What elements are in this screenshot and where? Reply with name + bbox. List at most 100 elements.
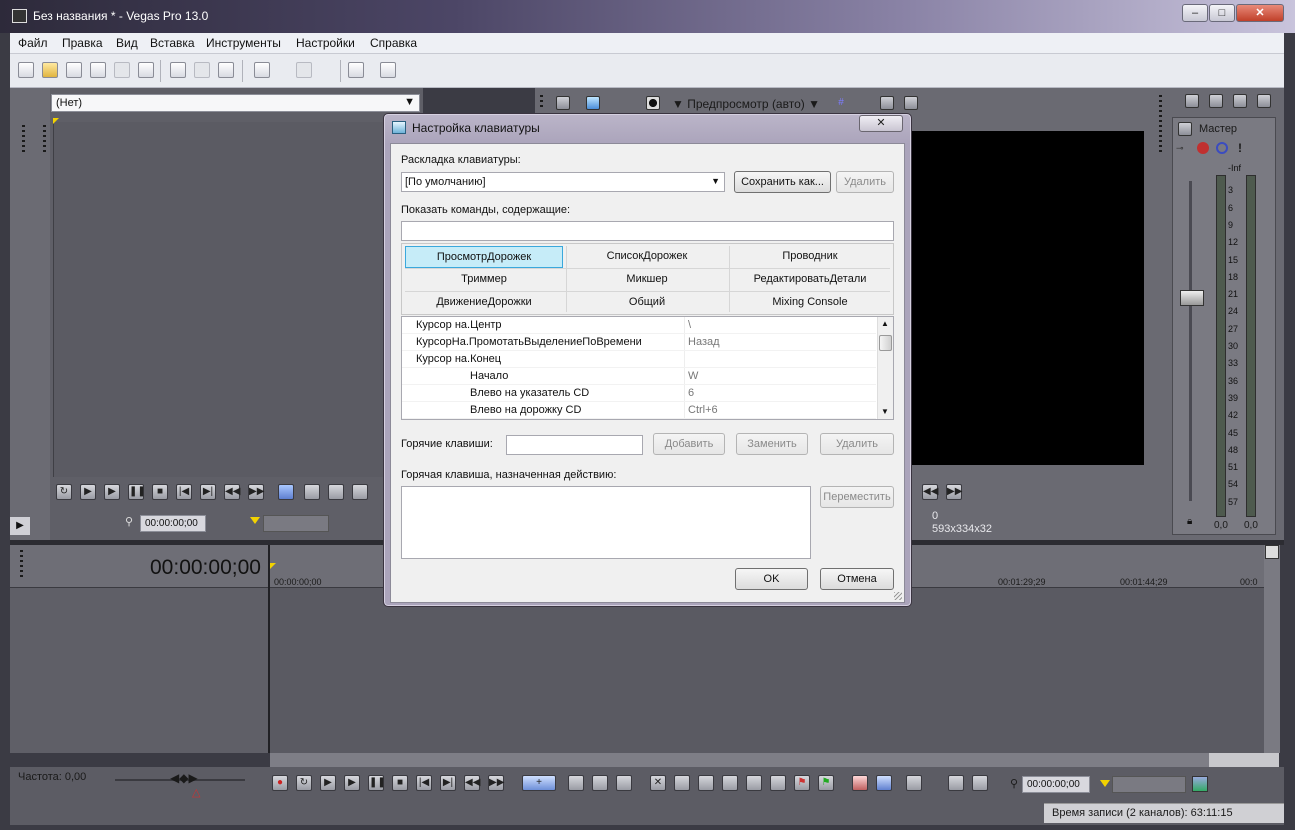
menu-tools[interactable]: Инструменты <box>206 36 281 50</box>
stop-icon[interactable]: ■ <box>392 775 408 791</box>
menu-view[interactable]: Вид <box>116 36 138 50</box>
dock-grip[interactable] <box>540 95 543 109</box>
render-icon[interactable] <box>114 62 130 78</box>
split-icon[interactable] <box>746 775 762 791</box>
trim-icon[interactable] <box>674 775 690 791</box>
group-icon[interactable] <box>948 775 964 791</box>
tab-track-view[interactable]: ПросмотрДорожек <box>405 246 563 268</box>
dock-grip[interactable] <box>20 550 23 578</box>
trimmer-length[interactable] <box>263 515 329 532</box>
mixer-properties-icon[interactable] <box>1185 94 1199 108</box>
menu-insert[interactable]: Вставка <box>150 36 195 50</box>
snapping-icon[interactable] <box>876 775 892 791</box>
whats-this-icon[interactable] <box>380 62 396 78</box>
prev-frame-icon[interactable]: |◀ <box>176 484 192 500</box>
mute-icon[interactable] <box>1216 142 1228 154</box>
next-frame-preview-icon[interactable]: ▶▶ <box>946 484 962 500</box>
rate-reset-icon[interactable]: △ <box>192 786 200 799</box>
expand-arrow-icon[interactable]: ▶ <box>10 517 30 535</box>
command-list-scrollbar[interactable]: ▲ ▼ <box>877 317 893 419</box>
delete-icon[interactable]: ✕ <box>650 775 666 791</box>
dock-grip[interactable] <box>22 125 25 155</box>
vertical-scrollbar[interactable] <box>1264 545 1280 753</box>
go-to-end-icon[interactable]: ▶| <box>440 775 456 791</box>
scroll-thumb[interactable] <box>879 335 892 351</box>
cancel-button[interactable]: Отмена <box>820 568 894 590</box>
hotkey-input[interactable] <box>506 435 643 455</box>
command-row[interactable]: Курсор на.Центр \ <box>402 317 876 334</box>
lock-icon[interactable]: 🔒︎ <box>1187 516 1192 527</box>
dialog-close-button[interactable]: ✕ <box>859 115 903 132</box>
replace-hotkey-button[interactable]: Заменить <box>736 433 808 455</box>
replace-icon[interactable] <box>352 484 368 500</box>
ok-button[interactable]: OK <box>735 568 808 590</box>
stop-icon[interactable]: ■ <box>152 484 168 500</box>
fx-icon[interactable] <box>1197 142 1209 154</box>
auto-ripple-icon[interactable] <box>852 775 868 791</box>
play-from-start-icon[interactable]: ▶ <box>320 775 336 791</box>
menu-file[interactable]: Файл <box>18 36 48 50</box>
overlay-grid-icon[interactable]: # <box>834 96 848 110</box>
split-screen-icon[interactable] <box>618 96 632 110</box>
next-frame-icon[interactable]: ▶| <box>200 484 216 500</box>
zoom-tool-icon[interactable] <box>616 775 632 791</box>
go-to-start-icon[interactable]: |◀ <box>416 775 432 791</box>
filter-input[interactable] <box>401 221 894 241</box>
preview-mode-dropdown[interactable]: ▼ Предпросмотр (авто) ▼ <box>672 97 820 111</box>
dock-grip[interactable] <box>1159 95 1162 155</box>
prev-frame-icon[interactable]: ◀◀ <box>464 775 480 791</box>
save-as-button[interactable]: Сохранить как... <box>734 171 831 193</box>
redo-icon[interactable] <box>296 62 312 78</box>
routing-icon[interactable]: ⊸ <box>1176 143 1190 155</box>
play-from-start-icon[interactable]: ▶ <box>80 484 96 500</box>
assigned-hotkeys-list[interactable] <box>401 486 811 559</box>
copy-icon[interactable] <box>194 62 210 78</box>
command-row[interactable]: Курсор на.Конец <box>402 351 876 368</box>
play-icon[interactable]: ▶ <box>344 775 360 791</box>
properties-icon[interactable] <box>138 62 154 78</box>
insert-icon[interactable] <box>304 484 320 500</box>
scroll-up-icon[interactable]: ▲ <box>881 319 889 328</box>
marker-toggle-icon[interactable] <box>1265 545 1279 559</box>
lock-event-icon[interactable] <box>770 775 786 791</box>
rewind-icon[interactable]: ◀◀ <box>224 484 240 500</box>
forward-icon[interactable]: ▶▶ <box>248 484 264 500</box>
crossfade-icon[interactable] <box>906 775 922 791</box>
trim-start-icon[interactable] <box>698 775 714 791</box>
minimize-button[interactable]: – <box>1182 4 1208 22</box>
tab-track-list[interactable]: СписокДорожек <box>568 246 726 268</box>
resize-grip-icon[interactable] <box>894 592 902 600</box>
mixer-bus-icon[interactable] <box>1209 94 1223 108</box>
record-icon[interactable]: ● <box>272 775 288 791</box>
solo-icon[interactable]: ! <box>1238 141 1242 155</box>
menu-options[interactable]: Настройки <box>296 36 355 50</box>
loop-icon[interactable]: ↻ <box>296 775 312 791</box>
copy-snapshot-icon[interactable] <box>880 96 894 110</box>
external-monitor-icon[interactable] <box>586 96 600 110</box>
window-titlebar[interactable]: Без названия * - Vegas Pro 13.0 – □ ✕ <box>0 0 1295 33</box>
tab-edit-details[interactable]: РедактироватьДетали <box>731 269 889 291</box>
add-hotkey-button[interactable]: Добавить <box>653 433 725 455</box>
command-row[interactable]: Влево на дорожку CD Ctrl+6 <box>402 402 876 419</box>
command-row[interactable]: Начало W <box>402 368 876 385</box>
zoom-controls[interactable] <box>1209 753 1279 767</box>
normal-edit-tool-icon[interactable]: + <box>522 775 556 791</box>
new-file-icon[interactable] <box>18 62 34 78</box>
fx-combo[interactable]: (Нет) ▼ <box>51 94 420 112</box>
save-as-icon[interactable] <box>90 62 106 78</box>
menu-help[interactable]: Справка <box>370 36 417 50</box>
selection-length[interactable] <box>1112 776 1186 793</box>
save-snapshot-icon[interactable] <box>904 96 918 110</box>
paste-icon[interactable] <box>218 62 234 78</box>
tab-mixing-console[interactable]: Mixing Console <box>731 292 889 314</box>
move-button[interactable]: Переместить <box>820 486 894 508</box>
command-row[interactable]: КурсорНа.ПромотатьВыделениеПоВремени Наза… <box>402 334 876 351</box>
maximize-button[interactable]: □ <box>1209 4 1235 22</box>
event-lock-icon[interactable] <box>972 775 988 791</box>
play-icon[interactable]: ▶ <box>104 484 120 500</box>
preview-quality-icon[interactable] <box>646 96 660 110</box>
trimmer-timecode[interactable]: 00:00:00;00 <box>140 515 206 532</box>
region-icon[interactable]: ⚑ <box>818 775 834 791</box>
master-fader-handle[interactable] <box>1180 290 1204 306</box>
master-icon[interactable] <box>1178 122 1192 136</box>
